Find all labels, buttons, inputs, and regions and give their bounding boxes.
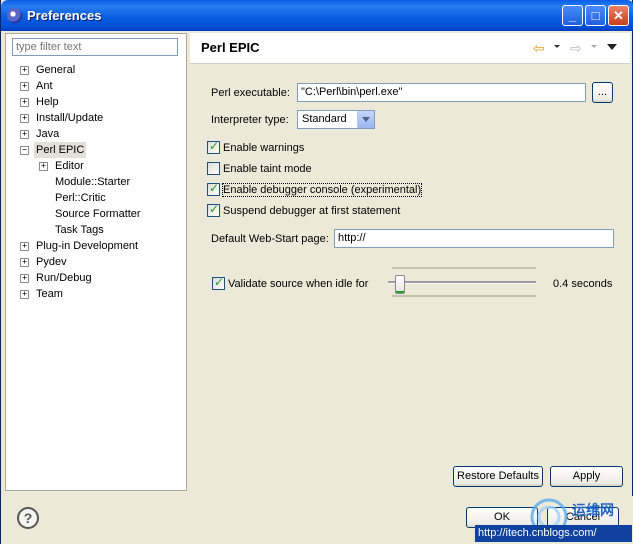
enable-taint-mode-label: Enable taint mode <box>223 163 312 175</box>
back-dropdown-icon[interactable] <box>554 45 560 48</box>
expand-icon[interactable]: + <box>20 274 29 283</box>
eclipse-icon <box>7 8 22 23</box>
tree-label: Java <box>36 128 60 140</box>
tree-label: Source Formatter <box>55 208 141 220</box>
help-icon[interactable]: ? <box>17 507 39 529</box>
minimize-button[interactable]: _ <box>562 5 583 26</box>
enable-warnings-label: Enable warnings <box>223 142 305 154</box>
expand-icon[interactable]: + <box>20 290 29 299</box>
minimize-icon: _ <box>568 8 577 23</box>
webstart-page-label: Default Web-Start page: <box>211 233 329 245</box>
perl-executable-label: Perl executable: <box>211 87 290 99</box>
maximize-button[interactable]: □ <box>585 5 606 26</box>
idle-time-slider-track[interactable] <box>388 281 536 284</box>
suspend-debugger-checkbox[interactable]: ✓ <box>207 202 220 217</box>
close-button[interactable]: ✕ <box>608 5 629 26</box>
expand-icon[interactable]: + <box>20 82 29 91</box>
idle-time-slider-thumb[interactable] <box>395 275 405 294</box>
validate-source-checkbox[interactable]: ✓ <box>212 275 225 290</box>
expand-icon[interactable]: + <box>20 242 29 251</box>
page-title: Perl EPIC <box>201 40 260 55</box>
view-menu-icon[interactable] <box>607 44 617 50</box>
tree-label: Install/Update <box>36 112 104 124</box>
forward-dropdown-icon[interactable] <box>591 45 597 48</box>
suspend-debugger-label: Suspend debugger at first statement <box>223 205 401 217</box>
slider-bottom-rule <box>392 295 536 297</box>
enable-debugger-console-label: Enable debugger console (experimental) <box>221 183 423 197</box>
watermark-url: http://itech.cnblogs.com/ <box>475 525 632 542</box>
tree-label: Pydev <box>36 256 67 268</box>
interpreter-type-value: Standard <box>302 113 347 125</box>
checkmark-icon: ✓ <box>209 139 220 153</box>
title-bar[interactable]: Preferences _ □ ✕ <box>1 0 633 31</box>
tree-label: Help <box>36 96 59 108</box>
checkmark-icon: ✓ <box>209 202 220 216</box>
watermark-brand: 运维网 <box>572 502 614 518</box>
browse-button[interactable]: ... <box>592 82 613 103</box>
close-icon: ✕ <box>613 8 624 23</box>
expand-icon[interactable]: + <box>20 130 29 139</box>
tree-label: Run/Debug <box>36 272 92 284</box>
enable-warnings-checkbox[interactable]: ✓ <box>207 139 220 154</box>
tree-label: Task Tags <box>55 224 104 236</box>
expand-icon[interactable]: + <box>20 258 29 267</box>
maximize-icon: □ <box>591 8 600 23</box>
idle-time-value: 0.4 seconds <box>553 278 613 290</box>
checkmark-icon: ✓ <box>209 181 220 195</box>
tree-label: Perl EPIC <box>34 142 87 158</box>
window-title: Preferences <box>27 8 102 23</box>
interpreter-type-label: Interpreter type: <box>211 114 289 126</box>
validate-source-label: Validate source when idle for <box>228 278 369 290</box>
perl-executable-field[interactable]: "C:\Perl\bin\perl.exe" <box>297 83 586 102</box>
preference-tree-pane: + General + Ant + Help + Install/Update … <box>5 33 187 491</box>
slider-top-rule <box>392 267 536 269</box>
preference-page: Perl EPIC ⇦ ⇨ Perl executable: "C:\Perl\… <box>190 33 630 491</box>
expand-icon[interactable]: + <box>20 114 29 123</box>
restore-defaults-button[interactable]: Restore Defaults <box>453 466 543 487</box>
tree-label: Team <box>36 288 63 300</box>
apply-button[interactable]: Apply <box>550 466 623 487</box>
left-arrow-icon[interactable]: ⇦ <box>533 40 545 57</box>
tree-label: Plug-in Development <box>36 240 139 252</box>
filter-input[interactable] <box>12 38 178 56</box>
expand-icon[interactable]: + <box>20 98 29 107</box>
tree-label: Editor <box>55 160 84 172</box>
enable-debugger-console-checkbox[interactable]: ✓ <box>207 181 220 196</box>
checkmark-icon: ✓ <box>214 275 225 289</box>
tree-label: Ant <box>36 80 53 92</box>
tree-label: Module::Starter <box>55 176 131 188</box>
tree-label: General <box>36 64 76 76</box>
interpreter-type-select[interactable]: Standard <box>297 110 375 129</box>
webstart-page-field[interactable]: http:// <box>334 229 614 248</box>
expand-icon[interactable]: + <box>39 162 48 171</box>
right-arrow-icon[interactable]: ⇨ <box>570 40 582 57</box>
page-header: Perl EPIC ⇦ ⇨ <box>190 33 630 64</box>
enable-taint-mode-checkbox[interactable] <box>207 162 220 175</box>
preferences-window: Preferences _ □ ✕ + General + Ant + Help… <box>0 0 633 544</box>
chevron-down-icon[interactable] <box>357 111 374 128</box>
tree-label: Perl::Critic <box>55 192 106 204</box>
expand-icon[interactable]: + <box>20 66 29 75</box>
collapse-icon[interactable]: − <box>20 146 29 155</box>
